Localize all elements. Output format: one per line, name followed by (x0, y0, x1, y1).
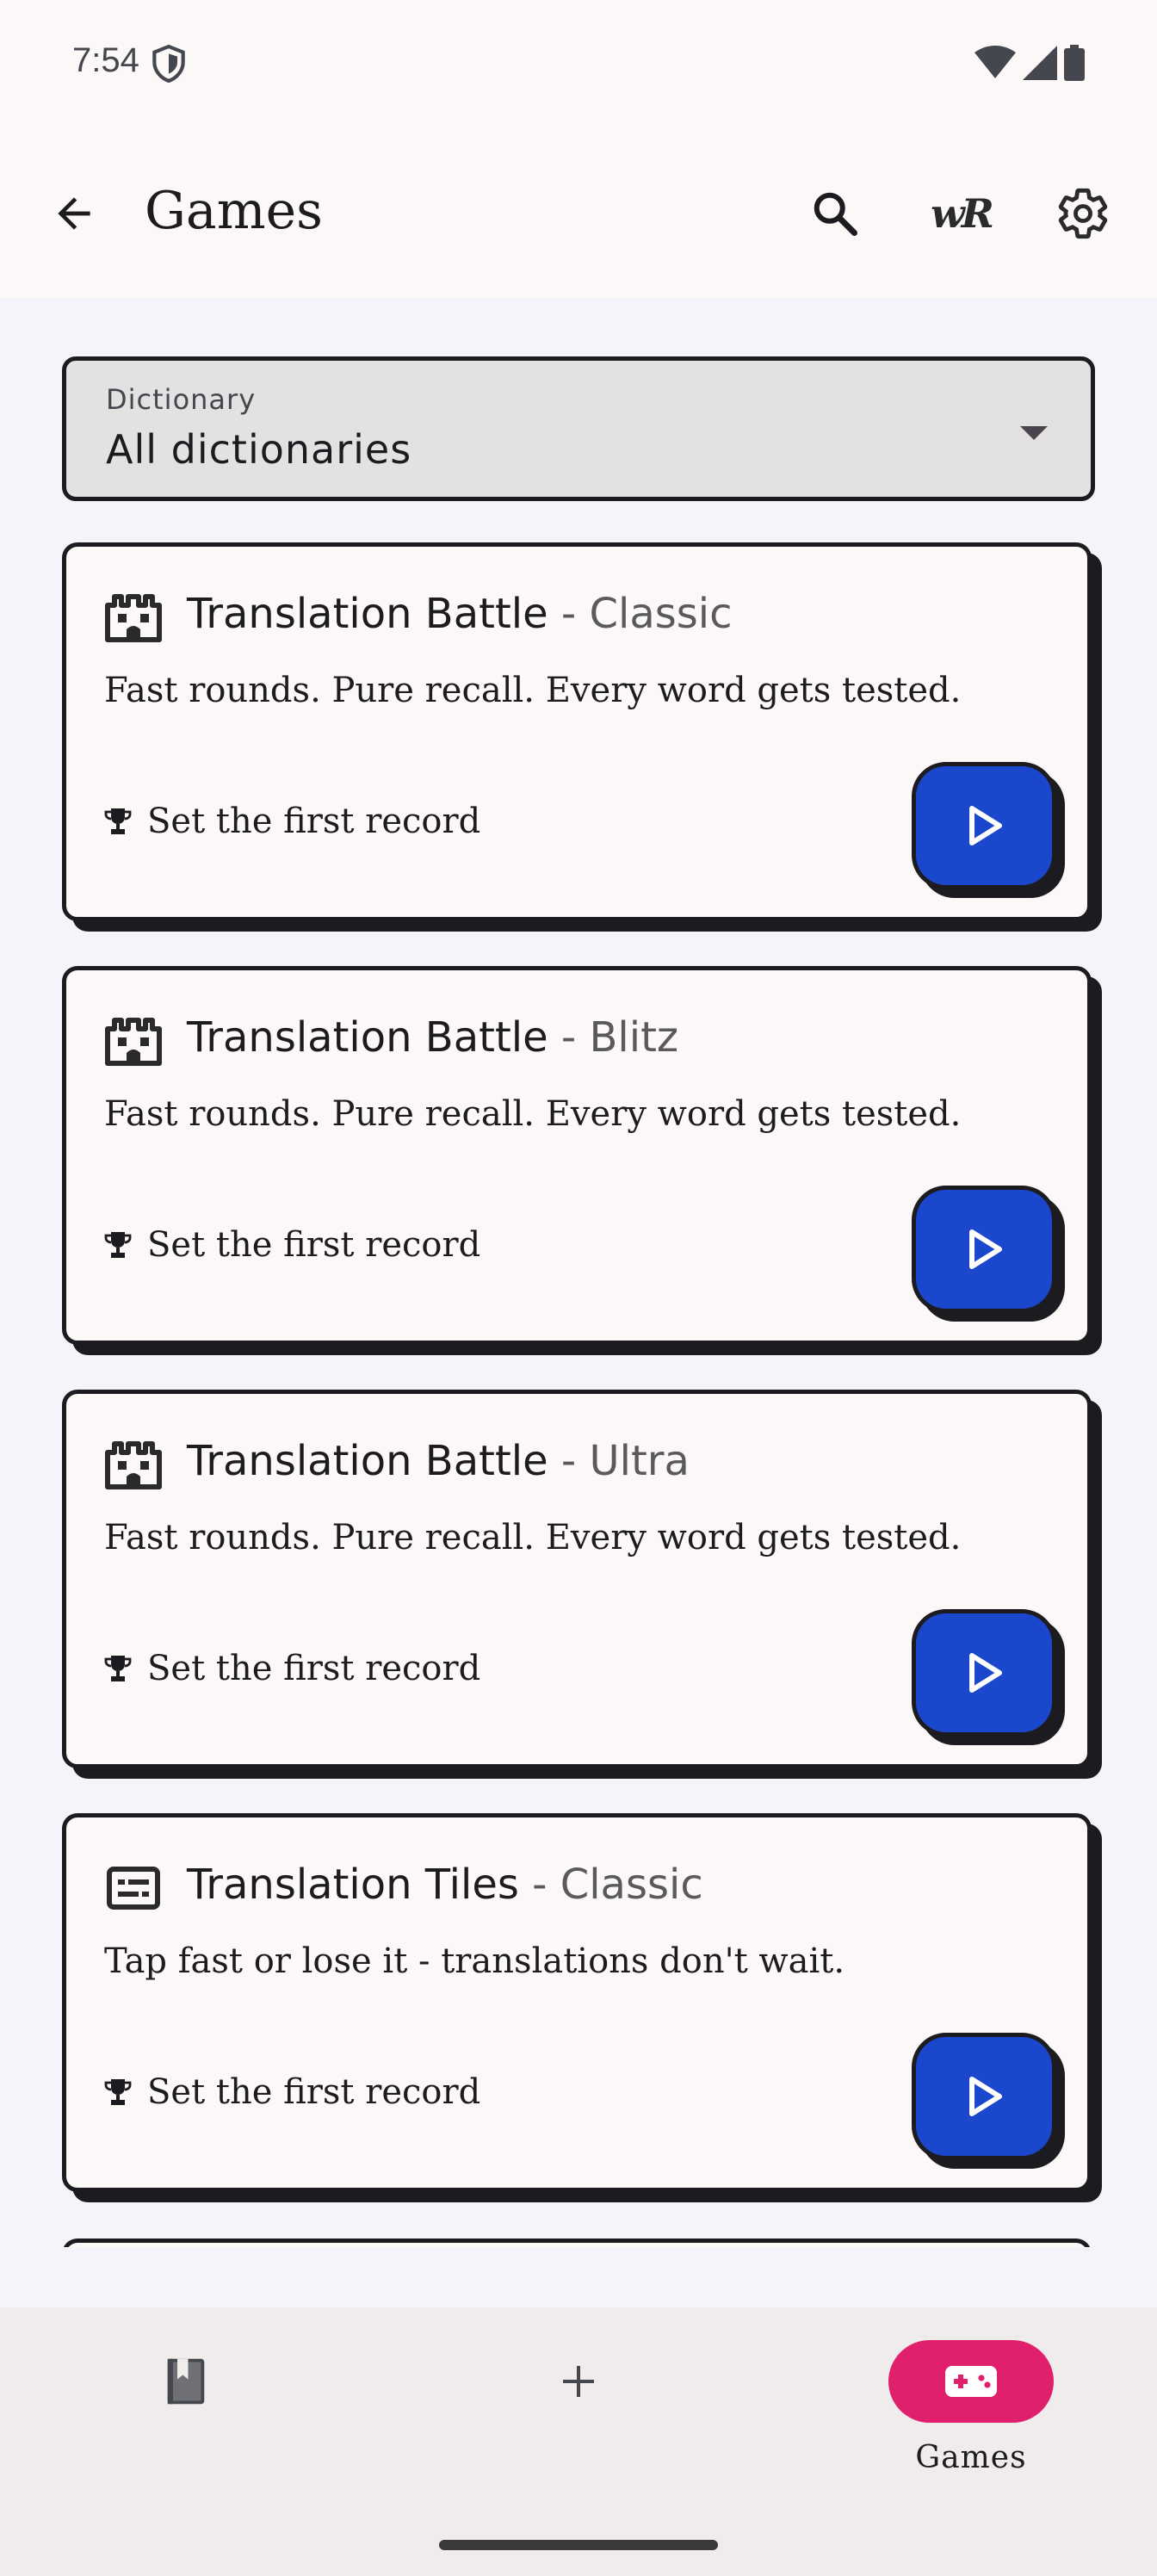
status-bar: 7:54 (0, 0, 1157, 129)
dropdown-arrow-icon (1017, 423, 1051, 447)
play-icon (969, 806, 1002, 845)
shield-icon (152, 44, 186, 86)
status-icons (974, 45, 1085, 84)
gamepad-icon (888, 2340, 1054, 2423)
record-row: Set the first record (104, 1649, 480, 1688)
record-row: Set the first record (104, 1225, 480, 1265)
game-title: Translation Battle - Blitz (187, 1013, 678, 1062)
game-title: Translation Battle - Ultra (187, 1437, 690, 1485)
nav-item-add[interactable] (492, 2340, 665, 2512)
game-card: Translation Battle - Blitz Fast rounds. … (62, 966, 1092, 1345)
play-button[interactable] (912, 2033, 1056, 2160)
game-description: Tap fast or lose it - translations don't… (104, 1941, 845, 1981)
trophy-icon (104, 2079, 132, 2105)
play-button[interactable] (912, 1186, 1056, 1313)
search-button[interactable] (799, 177, 871, 250)
game-title: Translation Battle - Classic (187, 590, 733, 638)
record-row: Set the first record (104, 2072, 480, 2112)
game-card: Translation Tiles - Classic Tap fast or … (62, 1813, 1092, 2192)
play-icon (969, 1653, 1002, 1693)
castle-icon (104, 1012, 163, 1070)
game-card: Translation Battle - Ultra Fast rounds. … (62, 1390, 1092, 1768)
game-mode: - Ultra (548, 1437, 690, 1485)
game-name: Translation Tiles (187, 1861, 519, 1909)
plus-icon (496, 2340, 661, 2423)
game-card: Translation Battle - Classic Fast rounds… (62, 542, 1092, 921)
game-description: Fast rounds. Pure recall. Every word get… (104, 1094, 962, 1134)
play-icon (969, 2077, 1002, 2116)
play-button[interactable] (912, 762, 1056, 889)
game-name: Translation Battle (187, 1013, 548, 1062)
record-text: Set the first record (147, 2072, 481, 2112)
game-list: Translation Battle - Classic Fast rounds… (62, 542, 1104, 2237)
dictionary-dropdown[interactable]: Dictionary All dictionaries (62, 356, 1095, 501)
castle-icon (104, 588, 163, 647)
game-mode: - Blitz (548, 1013, 679, 1062)
nav-label: Games (915, 2440, 1027, 2475)
bottom-navigation: Games (0, 2307, 1157, 2576)
gear-icon (1058, 188, 1108, 239)
top-app-bar: Games wR (0, 129, 1157, 298)
game-mode: - Classic (518, 1861, 703, 1909)
play-icon (969, 1229, 1002, 1269)
wr-logo-button[interactable]: wR (925, 177, 997, 250)
arrow-back-icon (58, 197, 90, 230)
dictionary-label: Dictionary (106, 383, 257, 416)
record-text: Set the first record (147, 1649, 481, 1688)
game-mode: - Classic (548, 590, 733, 638)
wifi-icon (974, 46, 1016, 84)
status-time: 7:54 (72, 41, 139, 79)
dictionary-value: All dictionaries (106, 426, 412, 473)
record-text: Set the first record (147, 802, 481, 841)
tiles-icon (104, 1859, 163, 1917)
nav-item-games[interactable]: Games (885, 2340, 1057, 2512)
record-text: Set the first record (147, 1225, 481, 1265)
list-bottom-spacer (0, 2247, 1157, 2307)
trophy-icon (104, 1232, 132, 1258)
nav-item-dictionary[interactable] (100, 2340, 272, 2512)
back-button[interactable] (41, 181, 107, 246)
home-indicator[interactable] (439, 2540, 718, 2550)
bookmark-book-icon (103, 2340, 269, 2423)
play-button[interactable] (912, 1609, 1056, 1737)
trophy-icon (104, 1656, 132, 1681)
settings-button[interactable] (1047, 177, 1119, 250)
search-icon (814, 192, 857, 236)
trophy-icon (104, 808, 132, 834)
record-row: Set the first record (104, 802, 480, 841)
game-description: Fast rounds. Pure recall. Every word get… (104, 671, 962, 710)
battery-icon (1064, 45, 1085, 84)
wr-logo-icon: wR (931, 190, 994, 237)
game-title: Translation Tiles - Classic (187, 1861, 703, 1909)
game-name: Translation Battle (187, 590, 548, 638)
page-title: Games (145, 181, 323, 241)
castle-icon (104, 1435, 163, 1494)
signal-icon (1023, 46, 1057, 84)
game-description: Fast rounds. Pure recall. Every word get… (104, 1518, 962, 1557)
game-name: Translation Battle (187, 1437, 548, 1485)
